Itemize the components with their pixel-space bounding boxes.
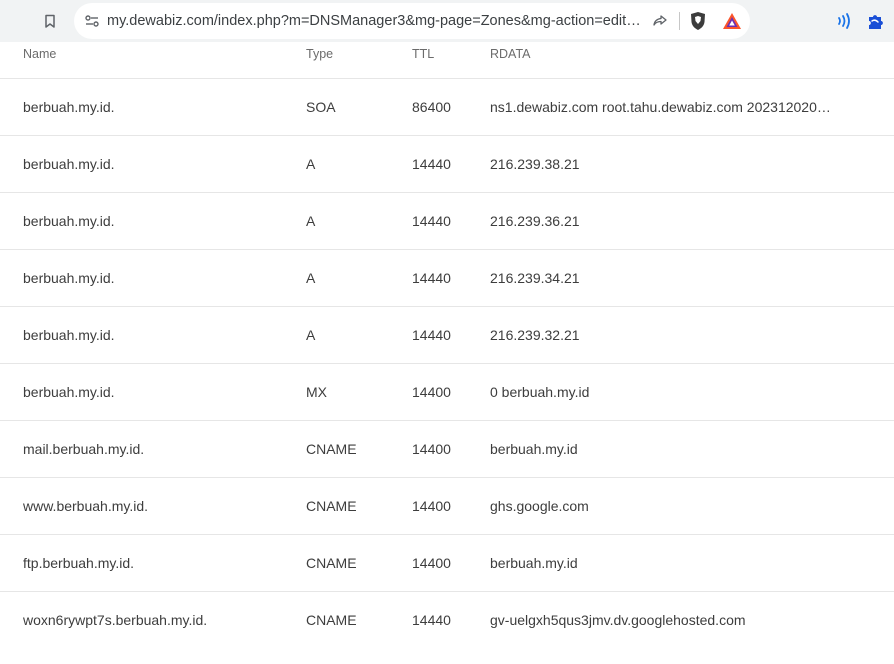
record-type: CNAME [306, 555, 357, 571]
brave-shields-icon[interactable] [687, 11, 709, 31]
record-type: A [306, 270, 316, 286]
record-name: berbuah.my.id. [23, 327, 115, 343]
record-rdata: 0 berbuah.my.id [490, 384, 590, 400]
table-header-row: Name Type TTL RDATA [0, 42, 894, 79]
record-rdata: ghs.google.com [490, 498, 589, 514]
record-rdata: gv-uelgxh5qus3jmv.dv.googlehosted.com [490, 612, 746, 628]
table-row[interactable]: berbuah.my.id. SOA 86400 ns1.dewabiz.com… [0, 79, 894, 136]
record-ttl: 14400 [412, 555, 451, 571]
record-type: CNAME [306, 498, 357, 514]
url-text[interactable]: my.dewabiz.com/index.php?m=DNSManager3&m… [107, 13, 643, 30]
record-ttl: 14440 [412, 270, 451, 286]
site-info-icon[interactable] [82, 11, 102, 31]
record-ttl: 14440 [412, 327, 451, 343]
share-icon[interactable] [649, 11, 671, 31]
table-row[interactable]: www.berbuah.my.id. CNAME 14400 ghs.googl… [0, 478, 894, 535]
record-name: ftp.berbuah.my.id. [23, 555, 135, 571]
record-name: www.berbuah.my.id. [23, 498, 149, 514]
table-row[interactable]: mail.berbuah.my.id. CNAME 14400 berbuah.… [0, 421, 894, 478]
record-rdata: 216.239.32.21 [490, 327, 580, 343]
column-header-rdata[interactable]: RDATA [490, 46, 832, 62]
address-bar[interactable]: my.dewabiz.com/index.php?m=DNSManager3&m… [74, 3, 750, 39]
record-name: berbuah.my.id. [23, 99, 115, 115]
column-header-type[interactable]: Type [306, 46, 396, 62]
column-header-name[interactable]: Name [23, 46, 293, 62]
record-ttl: 14400 [412, 441, 451, 457]
record-rdata: 216.239.34.21 [490, 270, 580, 286]
record-rdata: 216.239.38.21 [490, 156, 580, 172]
record-name: berbuah.my.id. [23, 270, 115, 286]
record-rdata: 216.239.36.21 [490, 213, 580, 229]
record-rdata: berbuah.my.id [490, 441, 578, 457]
record-ttl: 86400 [412, 99, 451, 115]
table-row[interactable]: berbuah.my.id. A 14440 216.239.38.21 [0, 136, 894, 193]
record-type: CNAME [306, 612, 357, 628]
column-header-ttl[interactable]: TTL [412, 46, 482, 62]
table-row[interactable]: berbuah.my.id. A 14440 216.239.34.21 [0, 250, 894, 307]
record-name: woxn6rywpt7s.berbuah.my.id. [23, 612, 208, 628]
browser-toolbar: my.dewabiz.com/index.php?m=DNSManager3&m… [0, 0, 894, 42]
table-row[interactable]: berbuah.my.id. A 14440 216.239.32.21 [0, 307, 894, 364]
extensions-puzzle-icon[interactable] [864, 9, 888, 33]
table-row[interactable]: ftp.berbuah.my.id. CNAME 14400 berbuah.m… [0, 535, 894, 592]
table-row[interactable]: berbuah.my.id. MX 14400 0 berbuah.my.id [0, 364, 894, 421]
table-row[interactable]: woxn6rywpt7s.berbuah.my.id. CNAME 14440 … [0, 592, 894, 649]
record-ttl: 14400 [412, 498, 451, 514]
record-type: A [306, 327, 316, 343]
record-type: A [306, 213, 316, 229]
record-ttl: 14440 [412, 156, 451, 172]
record-rdata: ns1.dewabiz.com root.tahu.dewabiz.com 20… [490, 99, 832, 115]
dns-records-table: Name Type TTL RDATA berbuah.my.id. SOA 8… [0, 42, 894, 649]
record-type: CNAME [306, 441, 357, 457]
speech-reader-icon[interactable] [832, 9, 856, 33]
record-name: berbuah.my.id. [23, 213, 115, 229]
record-ttl: 14440 [412, 213, 451, 229]
record-name: mail.berbuah.my.id. [23, 441, 145, 457]
omnibox-divider [679, 12, 680, 30]
record-type: SOA [306, 99, 336, 115]
record-type: A [306, 156, 316, 172]
record-name: berbuah.my.id. [23, 384, 115, 400]
record-name: berbuah.my.id. [23, 156, 115, 172]
record-rdata: berbuah.my.id [490, 555, 578, 571]
bookmark-icon[interactable] [38, 9, 62, 33]
brave-rewards-icon[interactable] [721, 11, 743, 31]
record-ttl: 14440 [412, 612, 451, 628]
record-type: MX [306, 384, 327, 400]
table-row[interactable]: berbuah.my.id. A 14440 216.239.36.21 [0, 193, 894, 250]
record-ttl: 14400 [412, 384, 451, 400]
